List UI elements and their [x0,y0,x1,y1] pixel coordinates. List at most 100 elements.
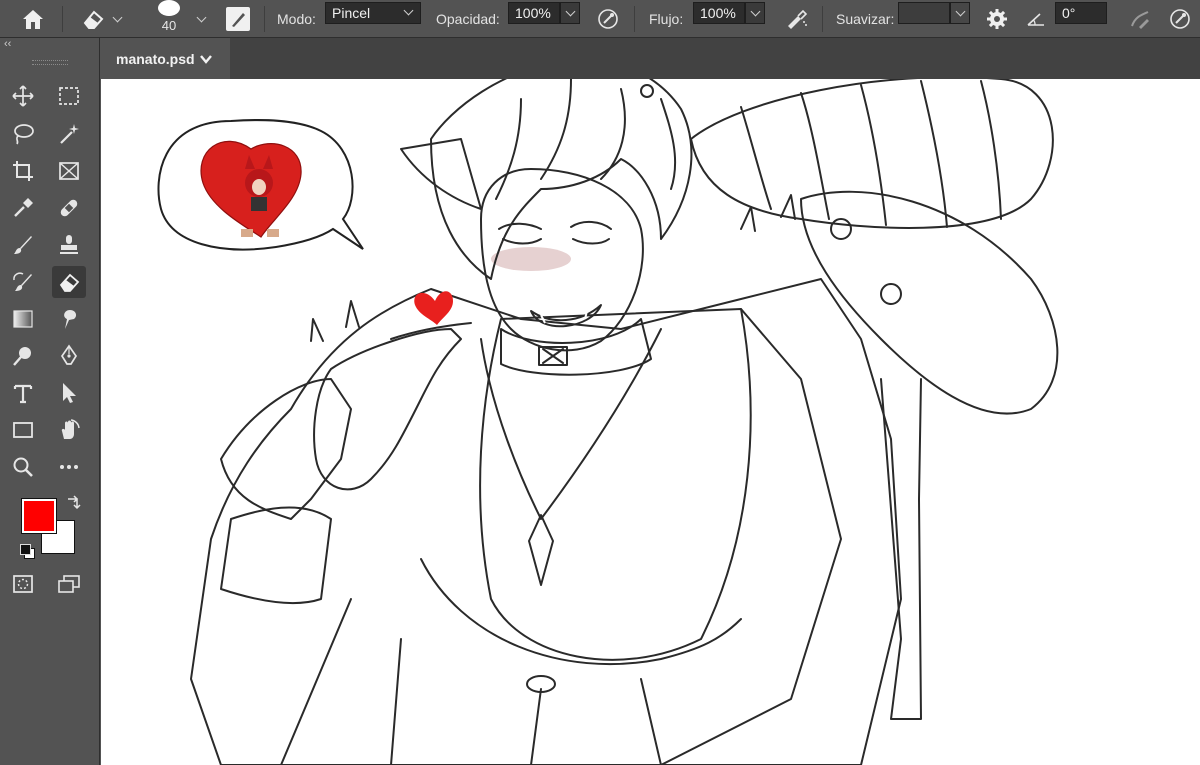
lasso-icon [14,124,34,145]
rectangle-tool[interactable] [6,414,40,446]
brush-tool[interactable] [6,229,40,261]
symmetry-button[interactable] [1127,0,1153,38]
chevron-down-icon [403,5,414,16]
default-colors-icon-front [20,544,31,555]
collapse-panel-button[interactable]: ‹‹ [4,38,11,50]
flow-dropdown[interactable] [745,2,765,24]
flow-label: Flujo: [649,11,684,27]
smudge-icon [64,310,77,329]
clone-stamp-tool[interactable] [52,229,86,261]
panel-grip[interactable] [32,60,68,65]
rotate-view-tool[interactable] [52,414,86,446]
brush-icon [14,236,32,254]
pressure-opacity-button[interactable] [596,0,620,38]
eraser-icon [59,273,80,292]
smoothing-options-button[interactable] [985,0,1009,38]
home-button[interactable] [20,0,46,38]
options-bar: 40 Modo: Pincel Opacidad: 100% Flujo: 10… [0,0,1200,38]
brush-settings-icon [226,7,250,31]
rectangle-icon [13,422,33,438]
chevron-down-icon [196,12,207,23]
dodge-icon [13,347,31,366]
smoothing-dropdown[interactable] [950,2,970,24]
smoothing-field[interactable] [898,2,950,24]
brush-preset-picker[interactable]: 40 [158,0,180,38]
opacity-dropdown[interactable] [560,2,580,24]
tool-preset-picker[interactable] [80,0,123,38]
gradient-icon [13,310,33,328]
bandage-icon [60,199,78,217]
swap-colors-button[interactable] [65,495,81,516]
foreground-color-swatch[interactable] [21,498,57,534]
default-colors-button[interactable] [20,544,35,559]
magic-wand-tool[interactable] [52,118,86,150]
eyedropper-icon [14,198,33,217]
smudge-tool[interactable] [52,303,86,335]
dodge-tool[interactable] [6,340,40,372]
separator [634,6,635,32]
quick-mask-icon [13,575,33,593]
chevron-down-icon [750,6,760,17]
brush-size-dropdown[interactable] [196,0,207,38]
brush-settings-button[interactable] [226,0,250,38]
magic-wand-icon [60,124,79,144]
move-tool[interactable] [6,80,40,112]
pen-tool[interactable] [52,340,86,372]
angle-value: 0° [1062,5,1076,21]
symmetry-icon [1131,11,1149,29]
history-brush-icon [13,272,32,291]
flow-field[interactable]: 100% [693,2,745,24]
marquee-tool[interactable] [52,80,86,112]
screen-mode-button[interactable] [52,568,86,600]
collar [500,318,652,376]
pressure-size-button[interactable] [1168,0,1192,38]
mode-label: Modo: [277,11,316,27]
crop-tool[interactable] [6,155,40,187]
pressure-opacity-icon [598,9,618,29]
sketch-artwork [157,79,1059,765]
separator [62,6,63,32]
speech-bubble [157,119,364,251]
opacity-field[interactable]: 100% [508,2,560,24]
healing-brush-tool[interactable] [52,192,86,224]
separator [264,6,265,32]
type-tool[interactable] [6,377,40,409]
lasso-tool[interactable] [6,118,40,150]
ellipsis-icon [60,465,78,469]
eyedropper-tool[interactable] [6,192,40,224]
opacity-value: 100% [515,5,551,21]
swap-arrows-icon [68,495,81,510]
opacity-label: Opacidad: [436,11,500,27]
airbrush-icon [788,9,808,29]
smoothing-label: Suavizar: [836,11,895,27]
mode-value: Pincel [332,5,371,21]
document-tab-bar: manato.psd [101,38,1200,79]
eraser-tool[interactable] [52,266,86,298]
airbrush-button[interactable] [784,0,810,38]
mode-select[interactable]: Pincel [325,2,421,24]
frame-tool[interactable] [52,155,86,187]
eraser-icon [83,10,104,29]
pen-icon [60,344,78,365]
zoom-tool[interactable] [6,451,40,483]
chevron-down-icon [199,54,212,64]
frame-icon [59,162,79,180]
quick-mask-button[interactable] [6,568,40,600]
marquee-icon [59,87,79,105]
angle-icon-wrap [1026,0,1046,38]
angle-field[interactable]: 0° [1055,2,1107,24]
history-brush-tool[interactable] [6,266,40,298]
pressure-size-icon [1170,9,1190,29]
brush-size-value: 40 [161,17,177,33]
arrow-cursor-icon [63,383,76,403]
angle-icon [1027,13,1044,26]
more-tools-button[interactable] [52,451,86,483]
document-canvas[interactable] [101,79,1200,765]
gradient-tool[interactable] [6,303,40,335]
path-selection-tool[interactable] [52,377,86,409]
brush-tip-icon [158,0,180,16]
hand-icon [61,419,80,439]
red-heart [414,291,453,325]
document-tab[interactable]: manato.psd [101,38,230,79]
pointing-hand [220,322,472,605]
